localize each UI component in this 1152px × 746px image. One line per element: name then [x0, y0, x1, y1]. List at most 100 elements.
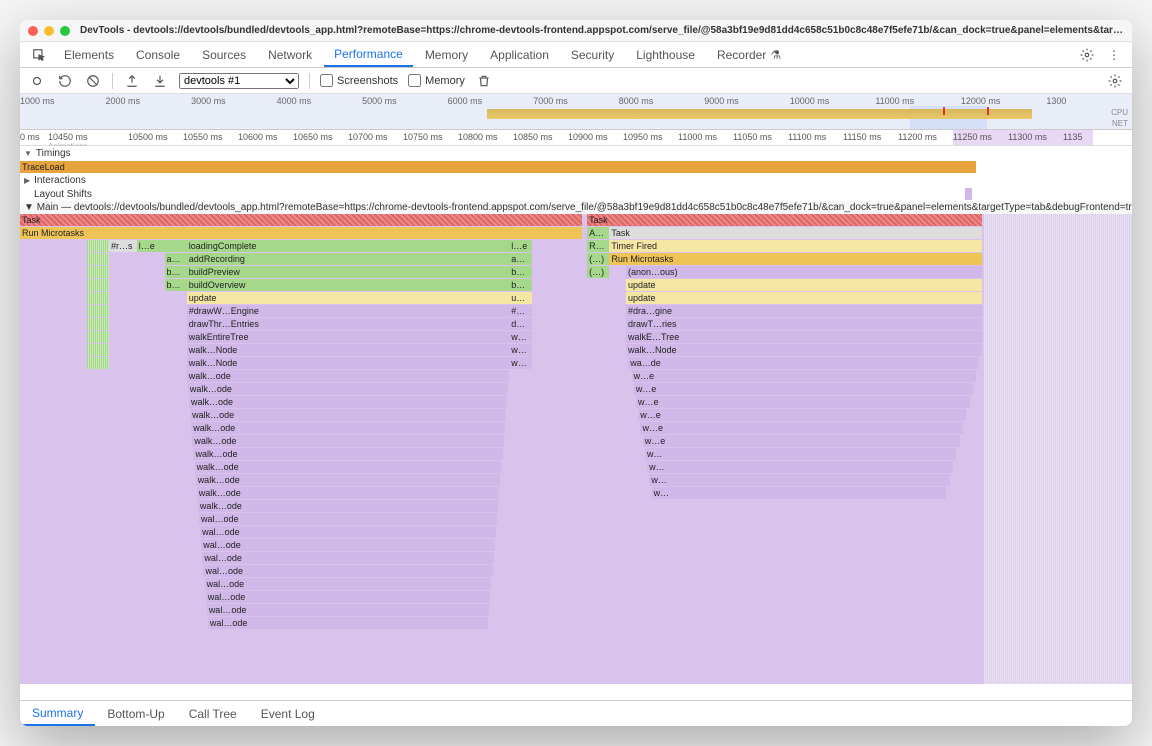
maximize-icon[interactable]: [60, 26, 70, 36]
flame-entry[interactable]: l…e: [509, 240, 531, 252]
flame-entry[interactable]: wal…ode: [206, 591, 491, 603]
flame-entry[interactable]: d…: [509, 318, 531, 330]
flame-entry[interactable]: walkEntireTree: [187, 331, 509, 343]
clear-button[interactable]: [84, 72, 102, 90]
upload-button[interactable]: [123, 72, 141, 90]
flame-entry[interactable]: w…: [645, 448, 956, 460]
flame-entry[interactable]: update: [626, 279, 982, 291]
flame-entry[interactable]: w…e: [640, 422, 962, 434]
flame-entry[interactable]: #r…s: [109, 240, 137, 252]
flame-entry[interactable]: w…e: [636, 396, 970, 408]
flame-entry[interactable]: b…: [509, 279, 531, 291]
flame-entry[interactable]: w…e: [638, 409, 966, 421]
flame-chart[interactable]: ▼Timings TraceLoad ▶Interactions Layout …: [20, 146, 1132, 700]
flame-entry[interactable]: update: [187, 292, 509, 304]
flame-entry[interactable]: walkE…Tree: [626, 331, 982, 343]
more-icon[interactable]: ⋮: [1102, 42, 1126, 67]
tab-memory[interactable]: Memory: [415, 42, 478, 67]
tab-lighthouse[interactable]: Lighthouse: [626, 42, 705, 67]
flame-entry[interactable]: drawThr…Entries: [187, 318, 509, 330]
flame-entry[interactable]: b…: [509, 266, 531, 278]
flame-entry[interactable]: w…: [647, 461, 953, 473]
flame-entry[interactable]: w…e: [632, 370, 977, 382]
flame-entry[interactable]: u…: [509, 292, 531, 304]
flame-entry[interactable]: addRecording: [187, 253, 509, 265]
screenshots-checkbox[interactable]: Screenshots: [320, 74, 398, 87]
flame-entry[interactable]: #dra…gine: [626, 305, 982, 317]
flame-entry[interactable]: (anon…ous): [626, 266, 982, 278]
reload-button[interactable]: [56, 72, 74, 90]
flame-entry[interactable]: walk…ode: [192, 435, 503, 447]
layoutshifts-header[interactable]: Layout Shifts: [20, 187, 1132, 201]
trash-icon[interactable]: [475, 72, 493, 90]
flame-graph-body[interactable]: Task Run Microtasks #r…sl…eloadingComple…: [20, 214, 1132, 684]
tab-summary[interactable]: Summary: [20, 701, 95, 726]
flame-entry[interactable]: #…: [509, 305, 531, 317]
capture-settings-icon[interactable]: [1106, 72, 1124, 90]
flame-entry[interactable]: w…e: [643, 435, 960, 447]
flame-entry[interactable]: wal…ode: [203, 565, 492, 577]
flame-entry[interactable]: wa…de: [628, 357, 978, 369]
flame-entry[interactable]: update: [626, 292, 982, 304]
flame-entry[interactable]: w…: [509, 331, 531, 343]
traceload-bar[interactable]: TraceLoad: [20, 161, 976, 173]
flame-entry[interactable]: a…: [509, 253, 531, 265]
timings-header[interactable]: ▼Timings: [20, 146, 1132, 160]
flame-entry[interactable]: w…: [509, 344, 531, 356]
interactions-header[interactable]: ▶Interactions: [20, 173, 1132, 187]
flame-entry[interactable]: walk…ode: [189, 396, 507, 408]
flame-entry[interactable]: wal…ode: [202, 552, 493, 564]
flame-entry[interactable]: wal…ode: [199, 513, 497, 525]
flame-entry[interactable]: A…: [587, 227, 609, 239]
profile-select[interactable]: devtools #1: [179, 73, 299, 89]
flame-entry[interactable]: loadingComplete: [187, 240, 509, 252]
flame-entry[interactable]: wal…ode: [201, 539, 495, 551]
tab-application[interactable]: Application: [480, 42, 559, 67]
flame-entry[interactable]: walk…Node: [187, 344, 509, 356]
flame-entry[interactable]: Task: [609, 227, 982, 239]
tab-recorder[interactable]: Recorder ⚗: [707, 42, 791, 67]
close-icon[interactable]: [28, 26, 38, 36]
flame-entry[interactable]: (…): [587, 266, 609, 278]
flame-entry[interactable]: #drawW…Engine: [187, 305, 509, 317]
flame-entry[interactable]: walk…ode: [197, 487, 499, 499]
flame-entry[interactable]: walk…ode: [198, 500, 498, 512]
main-track-header[interactable]: ▼ Main — devtools://devtools/bundled/dev…: [20, 201, 1132, 214]
flame-entry[interactable]: walk…ode: [187, 370, 509, 382]
flame-entry[interactable]: w…: [652, 487, 947, 499]
tab-performance[interactable]: Performance: [324, 42, 413, 67]
flame-entry[interactable]: buildPreview: [187, 266, 509, 278]
flame-entry[interactable]: l…e: [137, 240, 165, 252]
flame-entry[interactable]: walk…ode: [193, 448, 502, 460]
tab-network[interactable]: Network: [258, 42, 322, 67]
minimize-icon[interactable]: [44, 26, 54, 36]
flame-entry[interactable]: (…): [587, 253, 609, 265]
tab-bottomup[interactable]: Bottom-Up: [95, 701, 176, 726]
flame-entry[interactable]: walk…Node: [187, 357, 509, 369]
tab-console[interactable]: Console: [126, 42, 190, 67]
flame-entry[interactable]: w…: [509, 357, 531, 369]
flame-entry[interactable]: walk…ode: [188, 383, 508, 395]
flame-entry[interactable]: wal…ode: [208, 617, 488, 629]
inspect-icon[interactable]: [26, 42, 52, 67]
settings-icon[interactable]: [1074, 42, 1100, 67]
download-button[interactable]: [151, 72, 169, 90]
flame-entry[interactable]: wal…ode: [205, 578, 492, 590]
tab-security[interactable]: Security: [561, 42, 624, 67]
flame-entry[interactable]: w…: [649, 474, 949, 486]
tab-sources[interactable]: Sources: [192, 42, 256, 67]
flame-entry[interactable]: [165, 240, 187, 252]
tab-calltree[interactable]: Call Tree: [177, 701, 249, 726]
flame-entry[interactable]: walk…ode: [196, 474, 501, 486]
time-ruler[interactable]: 0 ms 10450 msAnimations 10500 ms10550 ms…: [20, 130, 1132, 146]
flame-entry[interactable]: drawT…ries: [626, 318, 982, 330]
memory-checkbox[interactable]: Memory: [408, 74, 465, 87]
flame-entry[interactable]: buildOverview: [187, 279, 509, 291]
flame-entry[interactable]: Timer Fired: [609, 240, 982, 252]
flame-entry[interactable]: Run Microtasks: [609, 253, 982, 265]
flame-entry[interactable]: walk…ode: [195, 461, 502, 473]
flame-entry[interactable]: walk…ode: [191, 422, 505, 434]
flame-entry[interactable]: walk…ode: [190, 409, 506, 421]
flame-entry[interactable]: wal…ode: [207, 604, 489, 616]
record-button[interactable]: [28, 72, 46, 90]
